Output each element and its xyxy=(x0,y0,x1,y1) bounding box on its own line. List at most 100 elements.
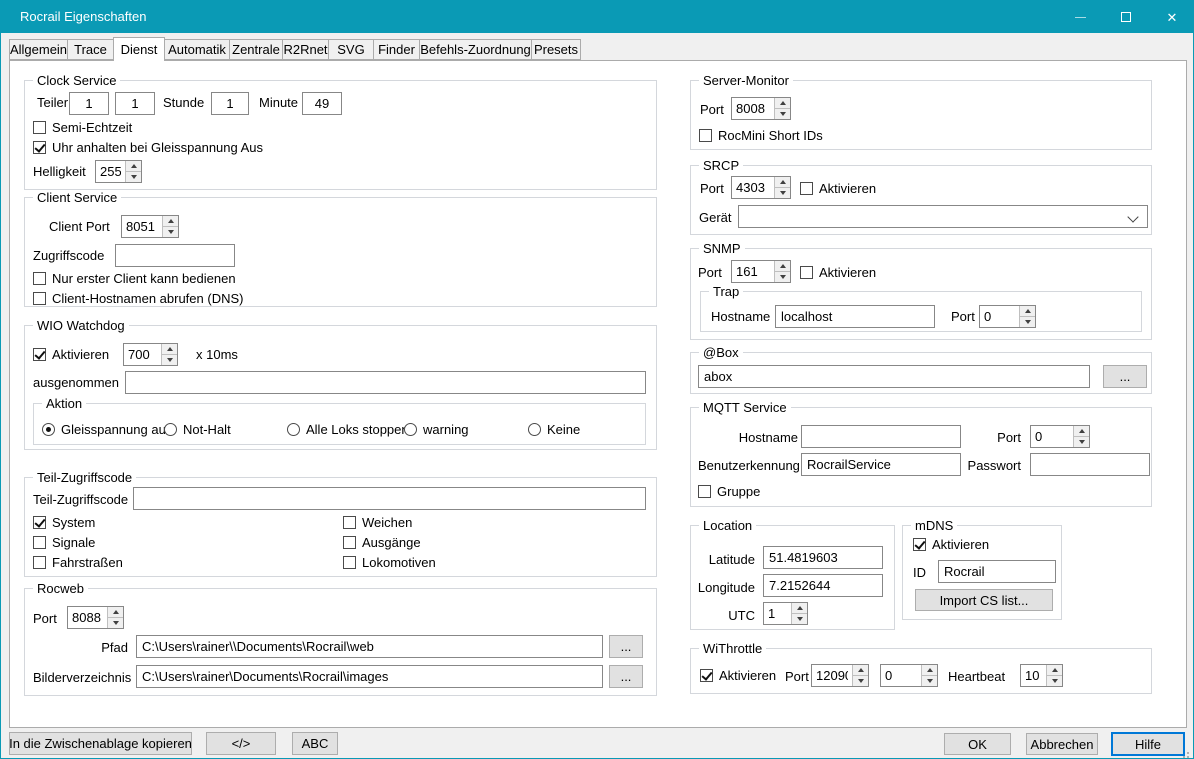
teiler-input-2[interactable] xyxy=(115,92,155,115)
bilderverzeichnis-input[interactable] xyxy=(136,665,603,688)
spin-down-button[interactable] xyxy=(853,676,868,686)
latitude-input[interactable] xyxy=(763,546,883,569)
spin-up-button[interactable] xyxy=(775,261,790,272)
titlebar[interactable]: Rocrail Eigenschaften ✕ xyxy=(1,1,1193,33)
spin-down-button[interactable] xyxy=(775,109,790,119)
watchdog-input[interactable] xyxy=(124,344,161,365)
checkbox-withrottle-aktivieren[interactable]: Aktivieren xyxy=(700,668,776,683)
spin-up-button[interactable] xyxy=(108,607,123,618)
checkbox-semi-echtzeit[interactable]: Semi-Echtzeit xyxy=(33,120,132,135)
spin-up-button[interactable] xyxy=(1020,306,1035,317)
radio-warning[interactable]: warning xyxy=(404,422,469,437)
pfad-browse-button[interactable]: ... xyxy=(609,635,643,658)
teil-zugriffscode-input[interactable] xyxy=(133,487,646,510)
tab-trace[interactable]: Trace xyxy=(67,39,114,60)
server-monitor-port-input[interactable] xyxy=(732,98,774,119)
spin-up-button[interactable] xyxy=(775,177,790,188)
checkbox-gruppe[interactable]: Gruppe xyxy=(698,484,760,499)
withrottle-port-input[interactable] xyxy=(812,665,852,686)
mqtt-hostname-input[interactable] xyxy=(801,425,961,448)
helligkeit-input[interactable] xyxy=(96,161,125,182)
heartbeat-input[interactable] xyxy=(1021,665,1046,686)
tab-befehls-zuordnung[interactable]: Befehls-Zuordnung xyxy=(419,39,532,60)
spin-up-button[interactable] xyxy=(1074,426,1089,437)
spin-up-button[interactable] xyxy=(792,603,807,614)
checkbox-client-hostnamen-dns[interactable]: Client-Hostnamen abrufen (DNS) xyxy=(33,291,243,306)
radio-not-halt[interactable]: Not-Halt xyxy=(164,422,231,437)
help-button[interactable]: Hilfe xyxy=(1111,732,1185,756)
tab-finder[interactable]: Finder xyxy=(373,39,420,60)
spin-down-button[interactable] xyxy=(775,272,790,282)
checkbox-uhr-anhalten[interactable]: Uhr anhalten bei Gleisspannung Aus xyxy=(33,140,263,155)
xml-code-button[interactable]: </> xyxy=(206,732,276,755)
spin-up-button[interactable] xyxy=(163,216,178,227)
passwort-input[interactable] xyxy=(1030,453,1150,476)
radio-alle-loks-stoppen[interactable]: Alle Loks stoppen xyxy=(287,422,409,437)
checkbox-weichen[interactable]: Weichen xyxy=(343,515,412,530)
spin-down-button[interactable] xyxy=(1047,676,1062,686)
checkbox-fahrstrassen[interactable]: Fahrstraßen xyxy=(33,555,123,570)
spin-up-button[interactable] xyxy=(162,344,177,355)
tab-presets[interactable]: Presets xyxy=(531,39,581,60)
spin-down-button[interactable] xyxy=(792,614,807,624)
abox-input[interactable] xyxy=(698,365,1090,388)
spin-down-button[interactable] xyxy=(163,227,178,237)
tab-allgemein[interactable]: Allgemein xyxy=(9,39,68,60)
checkbox-lokomotiven[interactable]: Lokomotiven xyxy=(343,555,436,570)
trap-hostname-input[interactable] xyxy=(775,305,935,328)
snmp-port-input[interactable] xyxy=(732,261,774,282)
client-port-input[interactable] xyxy=(122,216,162,237)
tab-r2rnet[interactable]: R2Rnet xyxy=(282,39,329,60)
radio-keine[interactable]: Keine xyxy=(528,422,580,437)
abc-button[interactable]: ABC xyxy=(292,732,338,755)
spin-down-button[interactable] xyxy=(108,618,123,628)
minute-input[interactable] xyxy=(302,92,342,115)
spin-down-button[interactable] xyxy=(1074,437,1089,447)
spin-down-button[interactable] xyxy=(775,188,790,198)
spin-down-button[interactable] xyxy=(1020,317,1035,327)
maximize-button[interactable] xyxy=(1103,1,1149,33)
spin-up-button[interactable] xyxy=(853,665,868,676)
trap-port-input[interactable] xyxy=(980,306,1019,327)
checkbox-nur-erster-client[interactable]: Nur erster Client kann bedienen xyxy=(33,271,236,286)
checkbox-srcp-aktivieren[interactable]: Aktivieren xyxy=(800,181,876,196)
tab-automatik[interactable]: Automatik xyxy=(164,39,230,60)
abox-browse-button[interactable]: ... xyxy=(1103,365,1147,388)
utc-input[interactable] xyxy=(764,603,791,624)
copy-to-clipboard-button[interactable]: In die Zwischenablage kopieren xyxy=(9,732,192,755)
checkbox-wio-aktivieren[interactable]: Aktivieren xyxy=(33,347,109,362)
longitude-input[interactable] xyxy=(763,574,883,597)
checkbox-rocmini-short-ids[interactable]: RocMini Short IDs xyxy=(699,128,823,143)
bilderverzeichnis-browse-button[interactable]: ... xyxy=(609,665,643,688)
spin-down-button[interactable] xyxy=(126,172,141,182)
srcp-port-input[interactable] xyxy=(732,177,774,198)
stunde-input[interactable] xyxy=(211,92,249,115)
minimize-button[interactable] xyxy=(1057,1,1103,33)
pfad-input[interactable] xyxy=(136,635,603,658)
cancel-button[interactable]: Abbrechen xyxy=(1026,733,1098,755)
withrottle-port2-input[interactable] xyxy=(881,665,921,686)
checkbox-ausgaenge[interactable]: Ausgänge xyxy=(343,535,421,550)
import-cs-list-button[interactable]: Import CS list... xyxy=(915,589,1053,611)
spin-down-button[interactable] xyxy=(162,355,177,365)
geraet-combobox[interactable] xyxy=(738,205,1148,228)
mqtt-port-input[interactable] xyxy=(1031,426,1073,447)
rocweb-port-input[interactable] xyxy=(68,607,107,628)
checkbox-snmp-aktivieren[interactable]: Aktivieren xyxy=(800,265,876,280)
tab-svg[interactable]: SVG xyxy=(328,39,374,60)
radio-gleisspannung-aus[interactable]: Gleisspannung aus xyxy=(42,422,172,437)
ok-button[interactable]: OK xyxy=(944,733,1011,755)
checkbox-mdns-aktivieren[interactable]: Aktivieren xyxy=(913,537,989,552)
mdns-id-input[interactable] xyxy=(938,560,1056,583)
checkbox-system[interactable]: System xyxy=(33,515,95,530)
ausgenommen-input[interactable] xyxy=(125,371,646,394)
spin-up-button[interactable] xyxy=(775,98,790,109)
resize-grip[interactable] xyxy=(1187,752,1189,754)
spin-up-button[interactable] xyxy=(922,665,937,676)
tab-zentrale[interactable]: Zentrale xyxy=(229,39,283,60)
zugriffscode-input[interactable] xyxy=(115,244,235,267)
tab-dienst[interactable]: Dienst xyxy=(113,37,165,61)
spin-down-button[interactable] xyxy=(922,676,937,686)
spin-up-button[interactable] xyxy=(1047,665,1062,676)
close-button[interactable]: ✕ xyxy=(1149,1,1194,33)
